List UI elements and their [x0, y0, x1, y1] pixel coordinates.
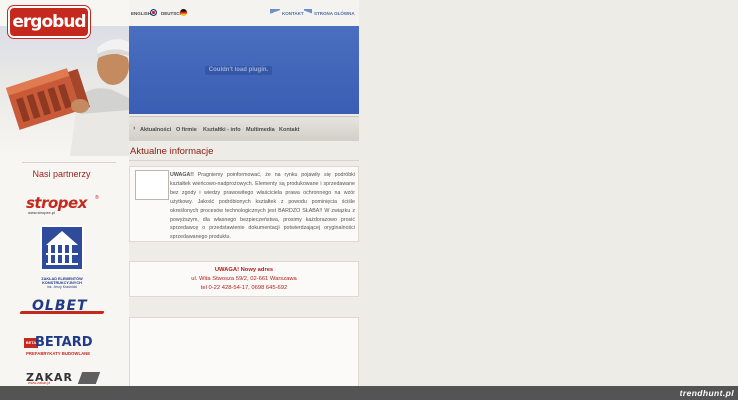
registered-icon: ®: [95, 195, 99, 201]
top-navigation: ENGLISH DEUTSCH KONTAKT STRONA GŁÓWNA: [129, 0, 359, 26]
zakar-url: www.zakar.pl: [28, 381, 51, 385]
notice-phone: tel 0-22 428-54-17, 0698 645-692: [200, 285, 288, 291]
contact-icon[interactable]: [270, 9, 280, 16]
news-text: UWAGA!! Pragniemy poinformować, że na ry…: [170, 171, 355, 242]
title-divider: [129, 160, 359, 161]
olbet-name: OLBET: [32, 298, 88, 314]
stropex-url: www.stropex.pl: [28, 210, 55, 215]
news-image-placeholder: [135, 170, 169, 200]
partner-zakar-logo[interactable]: ZAKAR www.zakar.pl: [24, 371, 104, 386]
uk-flag-icon[interactable]: [150, 9, 157, 16]
de-flag-icon[interactable]: [180, 9, 187, 16]
watermark: trendhunt.pl: [679, 388, 734, 398]
menu-item-aktualnosci[interactable]: Aktualności: [140, 127, 171, 133]
zakar-graphic: [77, 372, 101, 384]
plugin-error-message: Couldn't load plugin.: [205, 66, 272, 75]
page: ergobud Nasi partnerzy stropex ® www.str…: [0, 0, 738, 400]
home-icon[interactable]: [304, 9, 312, 16]
menu-item-o-firmie[interactable]: O firmie: [176, 127, 197, 133]
top-home-link[interactable]: STRONA GŁÓWNA: [314, 11, 355, 16]
zek-line3: inż. Jerzy Kraśnicki: [47, 285, 77, 289]
worker-with-brick-illustration: [6, 39, 129, 156]
page-title: Aktualne informacje: [130, 146, 214, 157]
lang-english-link[interactable]: ENGLISH: [131, 11, 151, 16]
menu-item-ksztaltki[interactable]: Kształtki - info: [203, 127, 241, 133]
flash-banner: Couldn't load plugin.: [129, 26, 359, 114]
notice-address: ul. Wita Stwosza 59/2, 02-661 Warszawa: [191, 276, 297, 282]
building-structure-icon: [40, 225, 84, 271]
background-area: [359, 0, 738, 386]
partners-heading: Nasi partnerzy: [32, 169, 91, 179]
betard-name: BETARD: [35, 335, 93, 350]
notice-title: UWAGA! Nowy adres: [214, 267, 274, 273]
news-box: UWAGA!! Pragniemy poinformować, że na ry…: [129, 166, 359, 242]
divider: [22, 162, 116, 163]
partner-zek-logo[interactable]: ZAKŁAD ELEMENTÓW KONSTRUKCYJNYCH inż. Je…: [40, 225, 84, 289]
ergobud-logo[interactable]: ergobud: [10, 8, 88, 36]
partner-stropex-logo[interactable]: stropex ® www.stropex.pl: [24, 194, 104, 216]
left-column: ergobud Nasi partnerzy stropex ® www.str…: [0, 0, 129, 400]
menu-item-multimedia[interactable]: Multimedia: [246, 127, 275, 133]
menu-item-kontakt[interactable]: Kontakt: [279, 127, 299, 133]
news-body: Pragniemy poinformować, że na rynku poja…: [170, 172, 355, 241]
partner-olbet-logo[interactable]: OLBET: [19, 297, 108, 319]
main-menu: › Aktualności O firmie Kształtki - info …: [129, 116, 359, 141]
top-contact-link[interactable]: KONTAKT: [282, 11, 304, 16]
bottom-bar: [0, 386, 738, 400]
address-notice-box: UWAGA! Nowy adres ul. Wita Stwosza 59/2,…: [129, 261, 359, 297]
empty-content-box: [129, 317, 359, 387]
partner-betard-logo[interactable]: BETA BETARD PREFABRYKATY BUDOWLANE: [24, 334, 104, 360]
news-warning: UWAGA!!: [170, 172, 194, 178]
menu-arrow-icon: ›: [133, 125, 136, 132]
hero-image: [0, 26, 129, 156]
betard-tagline: PREFABRYKATY BUDOWLANE: [26, 351, 91, 356]
